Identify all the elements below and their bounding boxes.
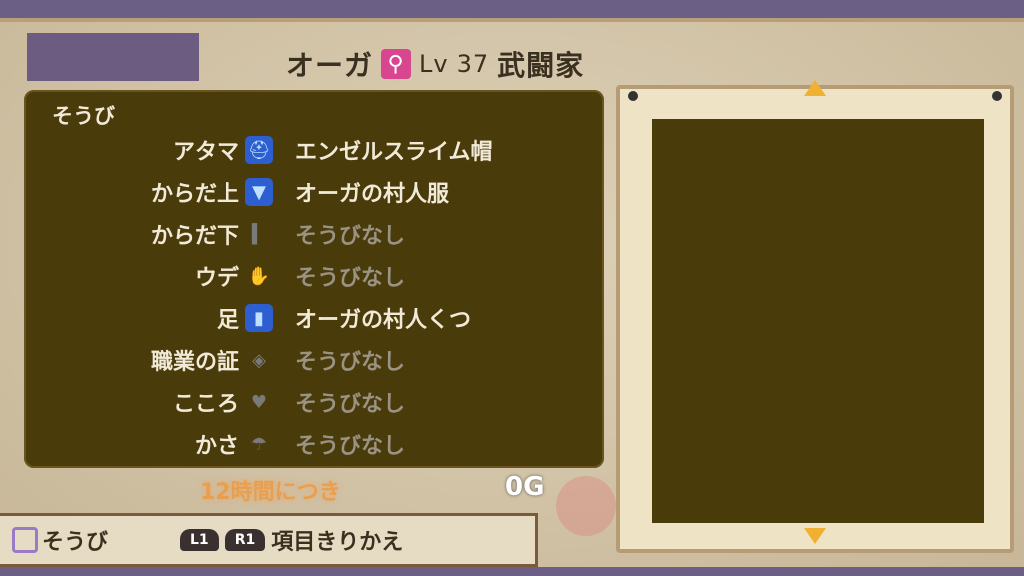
- slot-item: エンゼルスライム帽: [295, 140, 493, 165]
- slot-label: 職業の証: [150, 350, 239, 375]
- boot-icon: ▮: [245, 304, 273, 332]
- scroll-down-arrow-icon[interactable]: [804, 528, 826, 544]
- equip-slot-arms[interactable]: ウデ ✋ そうびなし: [24, 256, 584, 296]
- slot-label: からだ上: [150, 182, 239, 207]
- equipment-panel: そうび アタマ ⛑ エンゼルスライム帽 からだ上 ▼ オーガの村人服 からだ下 …: [24, 90, 604, 468]
- level-label: Lv: [419, 50, 449, 78]
- slot-item: オーガの村人服: [295, 182, 450, 207]
- equip-slot-head[interactable]: アタマ ⛑ エンゼルスライム帽: [24, 130, 584, 170]
- equip-slot-job-emblem[interactable]: 職業の証 ◈ そうびなし: [24, 340, 584, 380]
- character-preview-frame: [616, 85, 1014, 553]
- l1-button[interactable]: L1: [180, 529, 219, 551]
- slot-item: そうびなし: [295, 266, 406, 291]
- pin-icon: [992, 91, 1002, 101]
- equip-action-label: そうび: [42, 530, 109, 555]
- umbrella-icon: ☂: [250, 433, 268, 455]
- slot-item: そうびなし: [295, 434, 406, 459]
- gold-amount: 0G: [505, 472, 545, 502]
- job-name: 武闘家: [497, 49, 585, 82]
- slot-label: 足: [216, 308, 239, 333]
- pants-icon: ▍: [252, 223, 266, 245]
- equip-slot-upper-body[interactable]: からだ上 ▼ オーガの村人服: [24, 172, 584, 212]
- slot-label: ウデ: [194, 266, 239, 291]
- switch-category-label: 項目きりかえ: [271, 530, 404, 555]
- character-preview-area: [652, 119, 984, 523]
- stamp-icon: [556, 476, 616, 536]
- equip-slot-feet[interactable]: 足 ▮ オーガの村人くつ: [24, 298, 584, 338]
- slot-label: こころ: [172, 392, 239, 417]
- emblem-icon: ◈: [252, 349, 266, 371]
- r1-button[interactable]: R1: [224, 529, 266, 551]
- equip-slot-lower-body[interactable]: からだ下 ▍ そうびなし: [24, 214, 584, 254]
- scroll-up-arrow-icon[interactable]: [804, 80, 826, 96]
- slot-item: そうびなし: [295, 392, 406, 417]
- heart-icon: ♥: [250, 391, 268, 413]
- female-gender-icon: ⚲: [381, 49, 412, 79]
- slot-label: かさ: [194, 434, 239, 459]
- equip-slot-umbrella[interactable]: かさ ☂ そうびなし: [24, 424, 584, 464]
- player-name-plate: [27, 33, 199, 81]
- level-value: 37: [456, 50, 490, 78]
- footer-button-guide: そうび L1 R1 項目きりかえ: [0, 513, 538, 567]
- rental-period-text: 12時間につき: [200, 480, 341, 505]
- glove-icon: ✋: [247, 265, 271, 287]
- slot-label: からだ下: [150, 224, 239, 249]
- shirt-icon: ▼: [245, 178, 273, 206]
- character-name: オーガ: [286, 49, 374, 82]
- pin-icon: [628, 91, 638, 101]
- equip-slot-heart[interactable]: こころ ♥ そうびなし: [24, 382, 584, 422]
- square-button-icon[interactable]: [12, 527, 38, 553]
- character-header: オーガ ⚲ Lv 37 武闘家: [278, 44, 584, 84]
- helmet-icon: ⛑: [245, 136, 273, 164]
- equipment-title: そうび: [52, 104, 115, 128]
- slot-label: アタマ: [172, 140, 239, 165]
- slot-item: そうびなし: [295, 224, 406, 249]
- slot-item: オーガの村人くつ: [295, 308, 472, 333]
- slot-item: そうびなし: [295, 350, 406, 375]
